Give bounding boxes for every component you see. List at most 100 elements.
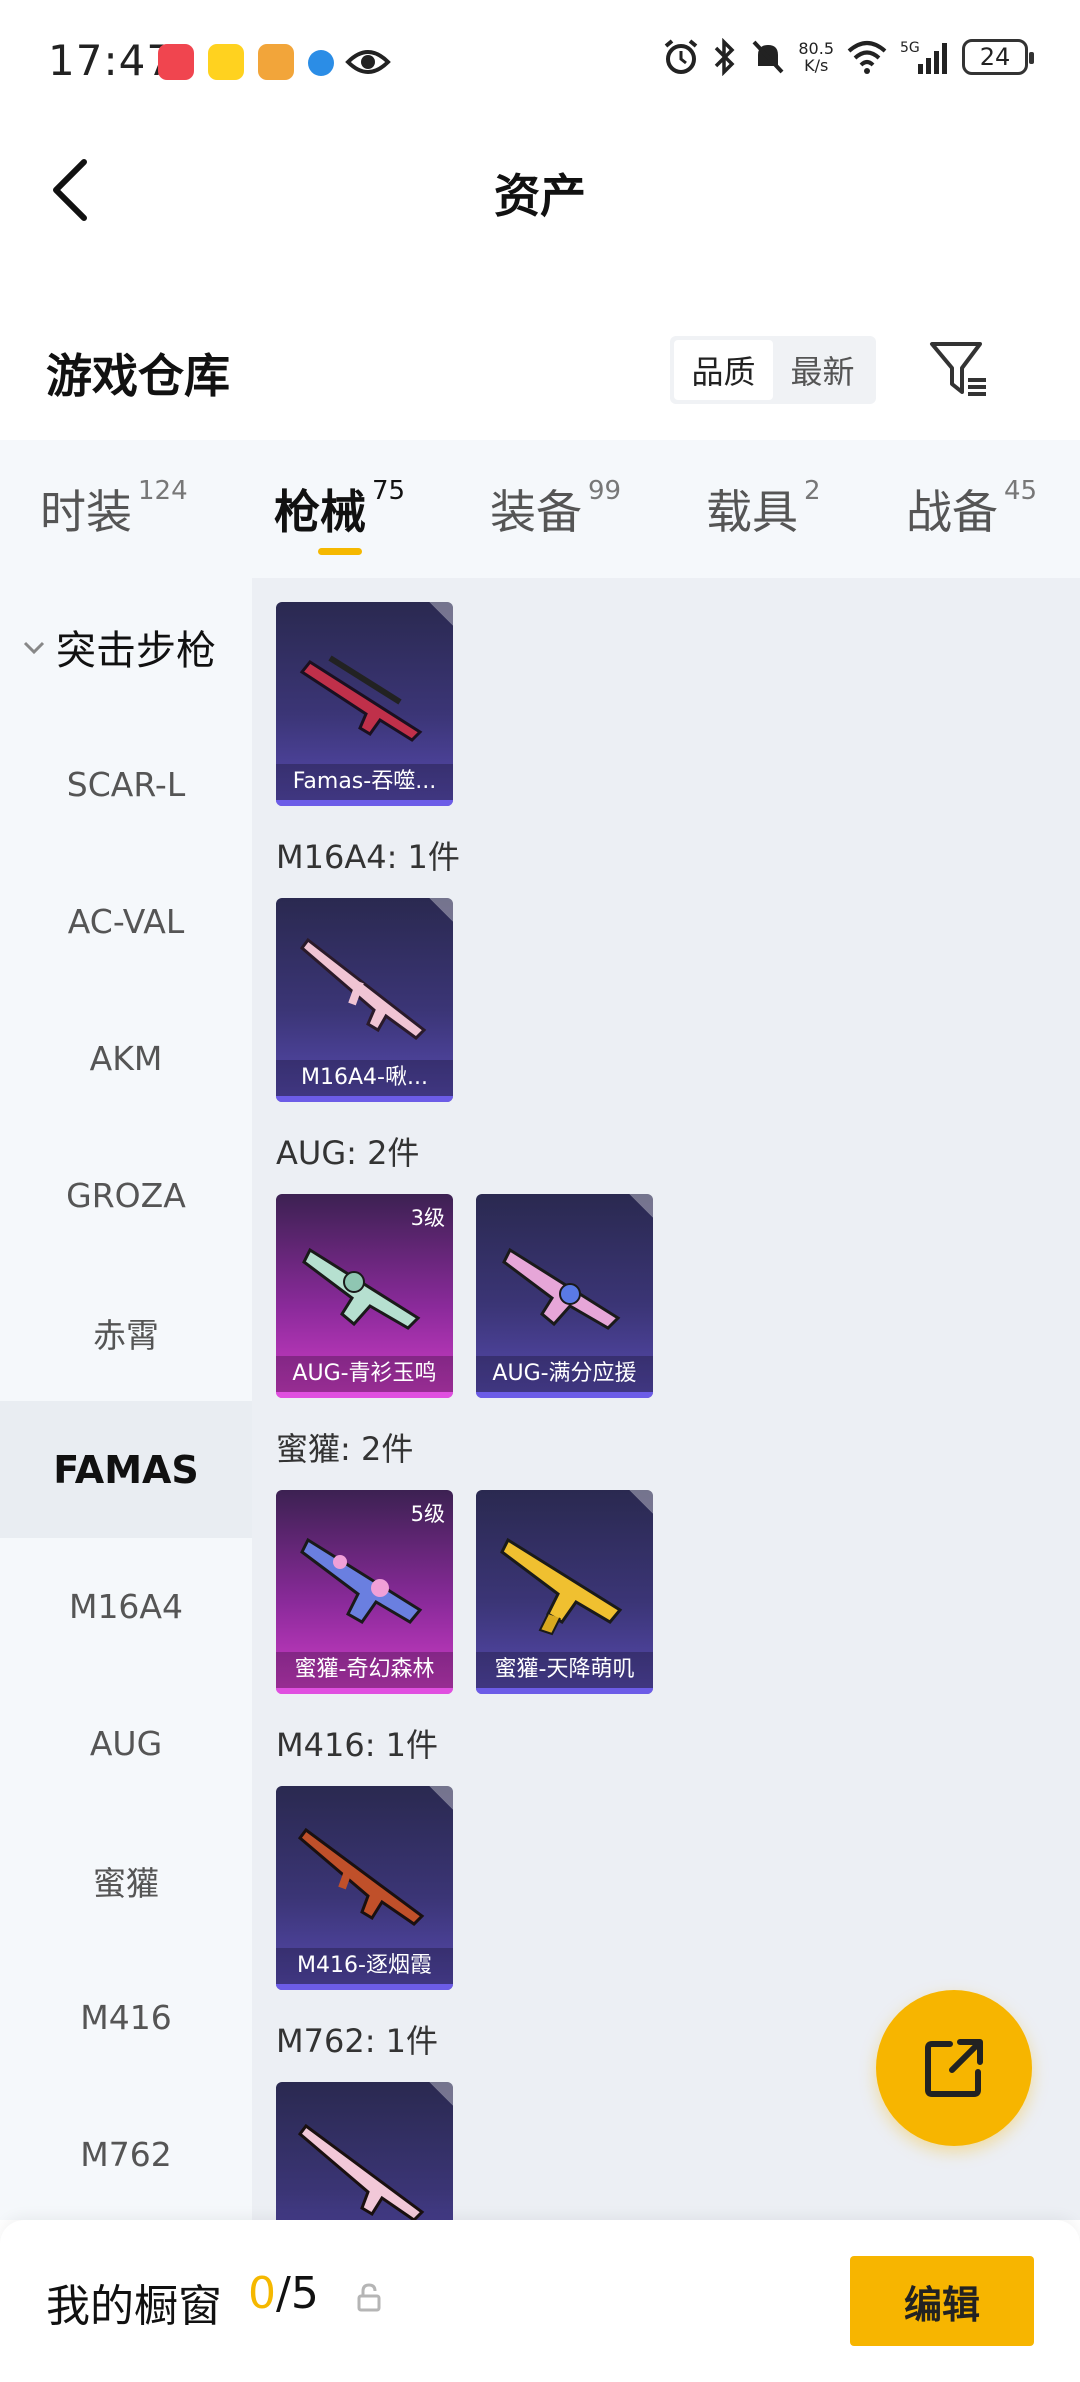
sort-quality-button[interactable]: 品质	[674, 340, 773, 400]
card-name: Famas-吞噬...	[276, 764, 453, 800]
weapon-card[interactable]: M416-逐烟霞	[276, 1786, 453, 1990]
sidebar-item-akm[interactable]: AKM	[0, 990, 252, 1127]
weapon-card[interactable]: AUG-满分应援	[476, 1194, 653, 1398]
rifle-skin-icon	[300, 1537, 423, 1624]
tab-count: 2	[804, 476, 821, 506]
weapon-grid: Famas-吞噬... M16A4: 1件 M16A4-啾... AUG: 2件…	[252, 578, 1080, 2220]
tab-supplies[interactable]: 战备 45	[906, 476, 1037, 542]
sidebar-item-honey-badger[interactable]: 蜜獾	[0, 1812, 252, 1949]
rifle-skin-icon	[299, 655, 423, 742]
sidebar-item-chixiao[interactable]: 赤霄	[0, 1264, 252, 1401]
weapon-card[interactable]	[276, 2082, 453, 2220]
tab-count: 75	[372, 476, 406, 506]
mute-icon	[752, 40, 784, 74]
status-bar: 17:47 80.5 K/s 5G 24	[0, 0, 1080, 120]
rarity-stripe	[476, 1392, 653, 1398]
weapon-card[interactable]: M16A4-啾...	[276, 898, 453, 1102]
sidebar-item-m762[interactable]: M762	[0, 2086, 252, 2223]
rifle-skin-icon	[297, 2123, 425, 2220]
card-corner	[429, 1786, 453, 1810]
sort-newest-button[interactable]: 最新	[773, 340, 872, 400]
sidebar-item-m416[interactable]: M416	[0, 1949, 252, 2086]
eye-icon	[345, 50, 391, 74]
edit-button[interactable]: 编辑	[850, 2256, 1034, 2346]
share-external-icon	[925, 2039, 983, 2097]
wifi-icon	[847, 41, 887, 74]
speed-value: 80.5	[798, 39, 834, 58]
tab-count: 99	[588, 476, 622, 506]
notification-icons	[158, 44, 334, 80]
sidebar-group-assault-rifle[interactable]: 突击步枪	[0, 578, 252, 716]
sort-toggle: 品质 最新	[670, 336, 876, 404]
app-notification-icon	[308, 50, 334, 76]
group-title-m762: M762: 1件	[276, 2022, 439, 2060]
tab-weapons[interactable]: 枪械 75	[274, 476, 405, 542]
lock-icon	[357, 2283, 381, 2312]
rarity-stripe	[276, 1688, 453, 1694]
tab-label: 装备	[490, 485, 582, 539]
tab-outfit[interactable]: 时装 124	[40, 476, 188, 542]
sidebar-group-label: 突击步枪	[56, 628, 216, 674]
group-title-aug: AUG: 2件	[276, 1134, 420, 1172]
network-speed: 80.5 K/s	[798, 40, 834, 74]
card-name: 蜜獾-天降萌叽	[476, 1652, 653, 1688]
card-corner	[629, 1194, 653, 1218]
app-notification-icon	[258, 44, 294, 80]
rarity-stripe	[276, 1392, 453, 1398]
sidebar-item-aug[interactable]: AUG	[0, 1675, 252, 1812]
warehouse-header: 游戏仓库 品质 最新	[0, 300, 1080, 440]
weapon-type-sidebar: 突击步枪 SCAR-L AC-VAL AKM GROZA 赤霄 FAMAS M1…	[0, 578, 252, 2220]
showcase-label: 我的橱窗	[46, 2281, 222, 2332]
showcase-total: /5	[276, 2268, 319, 2319]
category-tabs: 时装 124 枪械 75 装备 99 载具 2 战备 45	[0, 440, 1080, 578]
tab-label: 时装	[40, 485, 132, 539]
rarity-stripe	[276, 1984, 453, 1990]
bluetooth-icon	[715, 38, 735, 76]
rifle-skin-icon	[302, 1247, 421, 1330]
rifle-skin-icon	[502, 1247, 621, 1330]
card-corner	[429, 602, 453, 626]
tab-count: 124	[138, 476, 188, 506]
showcase-bar: 我的橱窗 0/5 编辑	[0, 2220, 1080, 2382]
card-corner	[629, 1490, 653, 1514]
tab-count: 45	[1004, 476, 1038, 506]
weapon-card[interactable]: 蜜獾-天降萌叽	[476, 1490, 653, 1694]
warehouse-title: 游戏仓库	[46, 349, 230, 403]
weapon-card[interactable]: 5级 蜜獾-奇幻森林	[276, 1490, 453, 1694]
sidebar-item-scar-l[interactable]: SCAR-L	[0, 716, 252, 853]
rarity-stripe	[276, 800, 453, 806]
rarity-stripe	[276, 1096, 453, 1102]
active-tab-indicator	[318, 548, 362, 555]
card-corner	[429, 898, 453, 922]
alarm-icon	[665, 39, 698, 74]
rarity-stripe	[476, 1688, 653, 1694]
card-name: 蜜獾-奇幻森林	[276, 1652, 453, 1688]
nav-bar: 资产	[0, 120, 1080, 260]
card-level: 3级	[410, 1206, 445, 1230]
card-name: AUG-青衫玉鸣	[276, 1356, 453, 1392]
weapon-card[interactable]: Famas-吞噬...	[276, 602, 453, 806]
sidebar-item-groza[interactable]: GROZA	[0, 1127, 252, 1264]
card-corner	[429, 2082, 453, 2106]
group-title-m16a4: M16A4: 1件	[276, 838, 460, 876]
tab-label: 载具	[706, 485, 798, 539]
signal-icon: 5G	[900, 40, 947, 74]
app-notification-icon	[158, 44, 194, 80]
sidebar-item-famas[interactable]: FAMAS	[0, 1401, 252, 1538]
tab-vehicles[interactable]: 载具 2	[706, 476, 821, 542]
speed-unit: K/s	[804, 56, 829, 75]
showcase-current: 0	[248, 2268, 276, 2319]
weapon-card[interactable]: 3级 AUG-青衫玉鸣	[276, 1194, 453, 1398]
chevron-down-icon	[23, 641, 45, 655]
battery-icon: 24	[962, 39, 1034, 75]
page-title: 资产	[494, 169, 586, 223]
tab-equipment[interactable]: 装备 99	[490, 476, 621, 542]
status-time: 17:47	[48, 36, 175, 85]
showcase-count: 0/5	[248, 2268, 319, 2319]
status-right: 80.5 K/s 5G 24	[662, 38, 1034, 76]
filter-icon[interactable]	[928, 338, 992, 402]
sidebar-item-m16a4[interactable]: M16A4	[0, 1538, 252, 1675]
share-button[interactable]	[876, 1990, 1032, 2146]
card-level: 5级	[410, 1502, 445, 1526]
sidebar-item-ac-val[interactable]: AC-VAL	[0, 853, 252, 990]
